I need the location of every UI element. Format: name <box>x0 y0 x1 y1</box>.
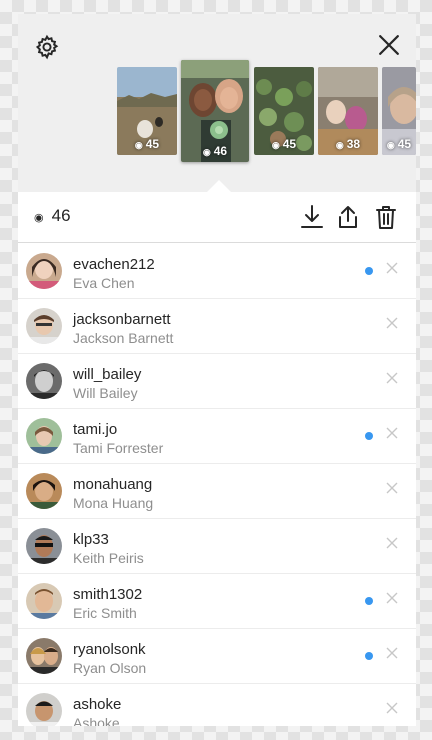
close-icon[interactable] <box>385 316 399 330</box>
close-icon[interactable] <box>385 371 399 385</box>
close-icon[interactable] <box>385 591 399 605</box>
viewer-row[interactable]: klp33 Keith Peiris <box>18 519 416 574</box>
story-thumbnail[interactable]: ◉ 45 <box>254 67 314 155</box>
avatar[interactable] <box>26 253 62 289</box>
viewer-full-name: Ryan Olson <box>73 660 147 676</box>
close-icon[interactable] <box>385 426 399 440</box>
viewer-full-name: Tami Forrester <box>73 440 164 456</box>
share-icon[interactable] <box>336 204 360 230</box>
viewer-username[interactable]: tami.jo <box>73 421 117 438</box>
story-thumbnail[interactable]: ◉ 45 <box>117 67 177 155</box>
viewers-header: ◉ 46 <box>18 192 416 242</box>
viewer-row[interactable]: jacksonbarnett Jackson Barnett <box>18 299 416 354</box>
story-thumbnail[interactable]: ◉ 38 <box>318 67 378 155</box>
viewer-row[interactable]: tami.jo Tami Forrester <box>18 409 416 464</box>
viewer-row[interactable]: ryanolsonk Ryan Olson <box>18 629 416 684</box>
viewer-full-name: Mona Huang <box>73 495 154 511</box>
close-icon[interactable] <box>378 34 400 56</box>
viewer-full-name: Ashoke <box>73 715 120 726</box>
view-count: ◉ 46 <box>202 144 228 158</box>
viewer-row[interactable]: ashoke Ashoke <box>18 684 416 726</box>
download-icon[interactable] <box>300 204 324 230</box>
viewer-full-name: Will Bailey <box>73 385 138 401</box>
avatar[interactable] <box>26 583 62 619</box>
eye-icon: ◉ <box>134 140 143 150</box>
viewer-username[interactable]: evachen212 <box>73 256 155 273</box>
avatar[interactable] <box>26 638 62 674</box>
unseen-dot <box>365 652 373 660</box>
viewer-username[interactable]: jacksonbarnett <box>73 311 171 328</box>
story-tray: ◉ 45 ◉ 46 ◉ 45 ◉ 38 ◉ 45 <box>18 14 416 192</box>
viewer-username[interactable]: will_bailey <box>73 366 141 383</box>
viewer-row[interactable]: evachen212 Eva Chen <box>18 244 416 299</box>
viewer-full-name: Eva Chen <box>73 275 135 291</box>
eye-icon: ◉ <box>271 140 280 150</box>
story-viewers-panel: ◉ 45 ◉ 46 ◉ 45 ◉ 38 ◉ 45 ◉ 46 evachen212… <box>18 14 416 726</box>
trash-icon[interactable] <box>374 204 398 230</box>
close-icon[interactable] <box>385 701 399 715</box>
viewer-row[interactable]: smith1302 Eric Smith <box>18 574 416 629</box>
avatar[interactable] <box>26 418 62 454</box>
avatar[interactable] <box>26 693 62 726</box>
viewer-username[interactable]: ashoke <box>73 696 121 713</box>
view-count: ◉ 45 <box>386 137 412 151</box>
close-icon[interactable] <box>385 261 399 275</box>
viewers-count: ◉ 46 <box>34 206 71 225</box>
viewer-full-name: Jackson Barnett <box>73 330 174 346</box>
viewer-full-name: Eric Smith <box>73 605 137 621</box>
story-thumbnail-selected[interactable]: ◉ 46 <box>181 60 249 162</box>
selection-caret <box>207 180 231 192</box>
viewer-username[interactable]: monahuang <box>73 476 152 493</box>
unseen-dot <box>365 432 373 440</box>
view-count: ◉ 38 <box>335 137 361 151</box>
viewer-username[interactable]: klp33 <box>73 531 109 548</box>
gear-icon[interactable] <box>34 34 60 60</box>
avatar[interactable] <box>26 363 62 399</box>
viewer-full-name: Keith Peiris <box>73 550 144 566</box>
viewer-username[interactable]: ryanolsonk <box>73 641 146 658</box>
eye-icon: ◉ <box>34 212 44 224</box>
unseen-dot <box>365 597 373 605</box>
story-thumbnail[interactable]: ◉ 45 <box>382 67 416 155</box>
close-icon[interactable] <box>385 481 399 495</box>
close-icon[interactable] <box>385 536 399 550</box>
viewer-username[interactable]: smith1302 <box>73 586 142 603</box>
viewer-row[interactable]: monahuang Mona Huang <box>18 464 416 519</box>
viewer-list: evachen212 Eva Chen jacksonbarnett Jacks… <box>18 244 416 726</box>
unseen-dot <box>365 267 373 275</box>
viewer-row[interactable]: will_bailey Will Bailey <box>18 354 416 409</box>
eye-icon: ◉ <box>202 147 211 157</box>
eye-icon: ◉ <box>335 140 344 150</box>
avatar[interactable] <box>26 308 62 344</box>
header-divider <box>18 242 416 243</box>
view-count: ◉ 45 <box>271 137 297 151</box>
view-count: ◉ 45 <box>134 137 160 151</box>
avatar[interactable] <box>26 528 62 564</box>
eye-icon: ◉ <box>386 140 395 150</box>
avatar[interactable] <box>26 473 62 509</box>
close-icon[interactable] <box>385 646 399 660</box>
